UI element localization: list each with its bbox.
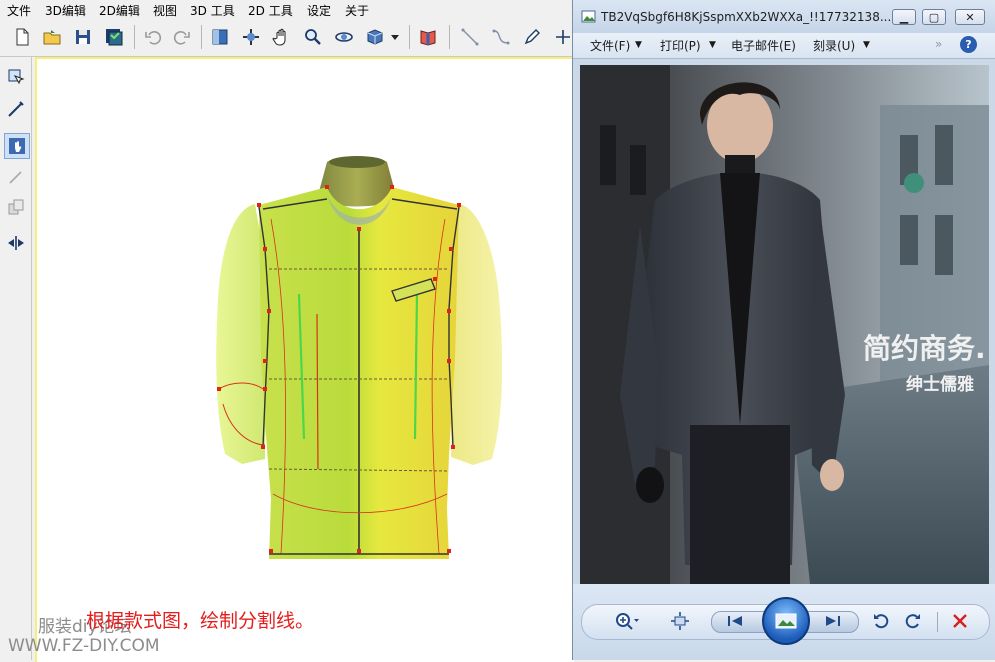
cad-toolbar xyxy=(0,19,580,57)
orbit-icon[interactable] xyxy=(332,25,356,49)
menu-settings[interactable]: 设定 xyxy=(307,2,331,19)
delete-icon[interactable] xyxy=(947,609,973,633)
fashion-photo xyxy=(580,65,989,584)
rotate-cw-icon[interactable] xyxy=(901,609,925,633)
fit-window-icon[interactable] xyxy=(667,608,693,634)
close-button[interactable]: ✕ xyxy=(955,9,985,25)
undo-icon[interactable] xyxy=(141,25,165,49)
texture-icon[interactable] xyxy=(416,25,440,49)
hand-pan-icon[interactable] xyxy=(270,25,294,49)
curve-tool-icon[interactable] xyxy=(489,25,513,49)
select-piece-icon[interactable] xyxy=(4,65,28,89)
piece-layer-icon[interactable] xyxy=(4,195,28,219)
open-folder-icon[interactable] xyxy=(40,25,64,49)
redo-icon[interactable] xyxy=(170,25,194,49)
chevron-down-icon[interactable]: ▼ xyxy=(635,40,642,50)
menu-3d-tools[interactable]: 3D 工具 xyxy=(190,2,235,19)
pen-tool-icon[interactable] xyxy=(520,25,544,49)
menu-about[interactable]: 关于 xyxy=(345,2,369,19)
hand-select-icon[interactable] xyxy=(4,133,30,159)
cad-side-toolbar xyxy=(0,57,32,660)
viewer-titlebar[interactable]: TB2VqSbgf6H8KjSspmXXb2WXXa_!!17732138...… xyxy=(573,0,995,33)
split-view-icon[interactable] xyxy=(208,25,232,49)
previous-icon[interactable] xyxy=(721,609,749,633)
watermark-url: WWW.FZ-DIY.COM xyxy=(8,636,160,656)
draw-line-icon[interactable] xyxy=(4,97,28,121)
chevron-down-icon[interactable]: ▼ xyxy=(863,40,870,50)
photo-headline: 简约商务. xyxy=(863,332,986,365)
maximize-button[interactable]: ▢ xyxy=(922,9,946,25)
menu-file[interactable]: 文件 xyxy=(7,2,31,19)
cad-3d-canvas[interactable] xyxy=(35,57,574,662)
next-icon[interactable] xyxy=(819,609,847,633)
rotate-view-icon[interactable] xyxy=(239,25,263,49)
zoom-icon[interactable] xyxy=(611,608,643,634)
photo-viewer-window: TB2VqSbgf6H8KjSspmXXb2WXXa_!!17732138...… xyxy=(572,0,995,660)
slideshow-icon[interactable] xyxy=(762,597,810,645)
menu-view[interactable]: 视图 xyxy=(153,2,177,19)
viewer-title: TB2VqSbgf6H8KjSspmXXb2WXXa_!!17732138... xyxy=(601,10,891,24)
line-tool-icon[interactable] xyxy=(458,25,482,49)
chevron-down-icon[interactable]: ▼ xyxy=(709,40,716,50)
pointer-icon[interactable] xyxy=(4,165,28,189)
jacket-3d-model[interactable] xyxy=(37,59,574,662)
help-icon[interactable]: ? xyxy=(960,36,977,53)
mirror-icon[interactable] xyxy=(4,231,28,255)
viewer-menu-email[interactable]: 电子邮件(E) xyxy=(731,37,796,54)
menu-2d-edit[interactable]: 2D编辑 xyxy=(99,2,140,19)
cad-menubar: 文件 3D编辑 2D编辑 视图 3D 工具 2D 工具 设定 关于 xyxy=(0,0,580,19)
viewer-controls-bar xyxy=(573,584,995,660)
rotate-ccw-icon[interactable] xyxy=(869,609,893,633)
menu-3d-edit[interactable]: 3D编辑 xyxy=(45,2,86,19)
minimize-button[interactable]: ▁ xyxy=(892,9,916,25)
photo-display: 简约商务. 绅士儒雅 xyxy=(580,65,989,584)
viewer-menu-file[interactable]: 文件(F) xyxy=(590,37,630,54)
dropdown-arrow-icon[interactable] xyxy=(388,25,402,49)
viewer-menu-burn[interactable]: 刻录(U) xyxy=(813,37,855,54)
image-file-icon xyxy=(581,10,596,23)
save-icon[interactable] xyxy=(71,25,95,49)
controls-divider xyxy=(937,612,938,632)
more-chevron-icon[interactable]: » xyxy=(935,37,942,51)
viewer-menubar: 文件(F) ▼ 打印(P) ▼ 电子邮件(E) 刻录(U) ▼ » ? xyxy=(573,33,995,59)
menu-2d-tools[interactable]: 2D 工具 xyxy=(248,2,293,19)
new-file-icon[interactable] xyxy=(10,25,34,49)
zoom-icon[interactable] xyxy=(301,25,325,49)
photo-subheadline: 绅士儒雅 xyxy=(906,375,974,395)
annotation-text: 根据款式图，绘制分割线。 xyxy=(86,610,315,632)
render-mode-icon[interactable] xyxy=(363,25,387,49)
save-all-icon[interactable] xyxy=(102,25,126,49)
viewer-menu-print[interactable]: 打印(P) xyxy=(660,37,701,54)
